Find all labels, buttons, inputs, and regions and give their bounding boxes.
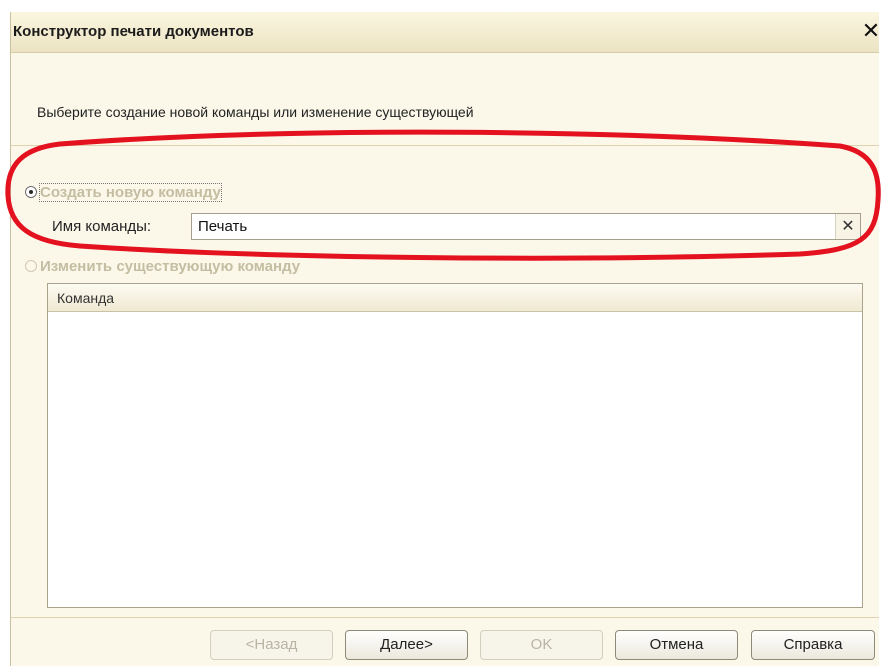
help-button[interactable]: Справка [751, 630, 875, 660]
create-new-command-radio[interactable]: Создать новую команду [25, 181, 222, 203]
command-name-label: Имя команды: [52, 218, 152, 235]
instruction-text: Выберите создание новой команды или изме… [37, 104, 474, 120]
back-button[interactable]: <Назад [210, 630, 333, 660]
create-new-command-label[interactable]: Создать новую команду [39, 182, 222, 202]
cancel-button[interactable]: Отмена [615, 630, 738, 660]
footer-divider [11, 617, 879, 618]
command-name-field: ✕ [191, 213, 861, 240]
clear-icon[interactable]: ✕ [835, 214, 860, 239]
print-constructor-dialog: Конструктор печати документов ✕ Выберите… [10, 12, 882, 666]
radio-unselected-icon[interactable] [25, 260, 37, 272]
close-icon[interactable]: ✕ [860, 16, 882, 46]
command-name-input[interactable] [192, 214, 834, 239]
title-bar: Конструктор печати документов ✕ [11, 12, 882, 53]
radio-selected-icon[interactable] [25, 186, 37, 198]
edit-existing-command-radio[interactable]: Изменить существующую команду [25, 255, 300, 277]
ok-button[interactable]: OK [480, 630, 603, 660]
table-header: Команда [48, 284, 862, 312]
dialog-title: Конструктор печати документов [13, 23, 254, 40]
next-button[interactable]: Далее> [345, 630, 468, 660]
header-divider [11, 145, 879, 146]
commands-table[interactable]: Команда [47, 283, 863, 608]
edit-existing-command-label[interactable]: Изменить существующую команду [40, 258, 300, 275]
column-header-command[interactable]: Команда [57, 290, 114, 306]
